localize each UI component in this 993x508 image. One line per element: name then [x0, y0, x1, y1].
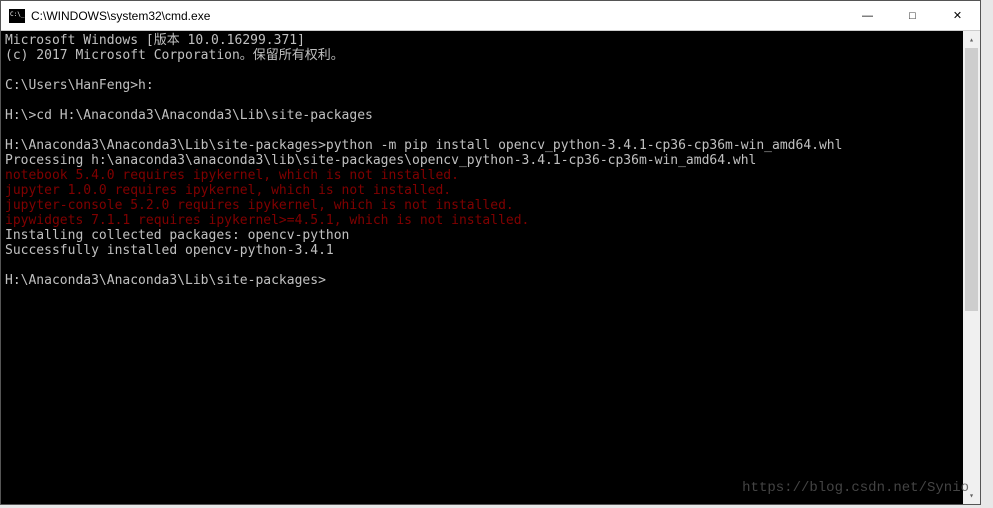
terminal-line: Installing collected packages: opencv-py…	[5, 228, 959, 243]
terminal-line: Successfully installed opencv-python-3.4…	[5, 243, 959, 258]
terminal-line: notebook 5.4.0 requires ipykernel, which…	[5, 168, 959, 183]
terminal-line: jupyter-console 5.2.0 requires ipykernel…	[5, 198, 959, 213]
terminal-line: H:\Anaconda3\Anaconda3\Lib\site-packages…	[5, 138, 959, 153]
terminal-line: (c) 2017 Microsoft Corporation。保留所有权利。	[5, 48, 959, 63]
terminal-line	[5, 93, 959, 108]
terminal-line: ipywidgets 7.1.1 requires ipykernel>=4.5…	[5, 213, 959, 228]
titlebar[interactable]: C:\WINDOWS\system32\cmd.exe — □ ✕	[1, 1, 980, 31]
terminal-line: H:\Anaconda3\Anaconda3\Lib\site-packages…	[5, 273, 959, 288]
terminal-output[interactable]: Microsoft Windows [版本 10.0.16299.371](c)…	[1, 31, 963, 504]
maximize-button[interactable]: □	[890, 1, 935, 30]
scroll-up-button[interactable]: ▴	[963, 31, 980, 48]
cmd-icon	[9, 9, 25, 23]
terminal-line	[5, 63, 959, 78]
window-title: C:\WINDOWS\system32\cmd.exe	[31, 9, 845, 23]
scroll-down-button[interactable]: ▾	[963, 487, 980, 504]
terminal-line: Processing h:\anaconda3\anaconda3\lib\si…	[5, 153, 959, 168]
terminal-line	[5, 123, 959, 138]
close-button[interactable]: ✕	[935, 1, 980, 30]
scroll-track[interactable]	[963, 48, 980, 487]
scroll-thumb[interactable]	[965, 48, 978, 311]
scrollbar[interactable]: ▴ ▾	[963, 31, 980, 504]
terminal-line: C:\Users\HanFeng>h:	[5, 78, 959, 93]
terminal-wrapper: Microsoft Windows [版本 10.0.16299.371](c)…	[1, 31, 980, 504]
terminal-line: jupyter 1.0.0 requires ipykernel, which …	[5, 183, 959, 198]
minimize-button[interactable]: —	[845, 1, 890, 30]
terminal-line	[5, 258, 959, 273]
terminal-line: H:\>cd H:\Anaconda3\Anaconda3\Lib\site-p…	[5, 108, 959, 123]
window-controls: — □ ✕	[845, 1, 980, 30]
cmd-window: C:\WINDOWS\system32\cmd.exe — □ ✕ Micros…	[0, 0, 981, 505]
terminal-line: Microsoft Windows [版本 10.0.16299.371]	[5, 33, 959, 48]
